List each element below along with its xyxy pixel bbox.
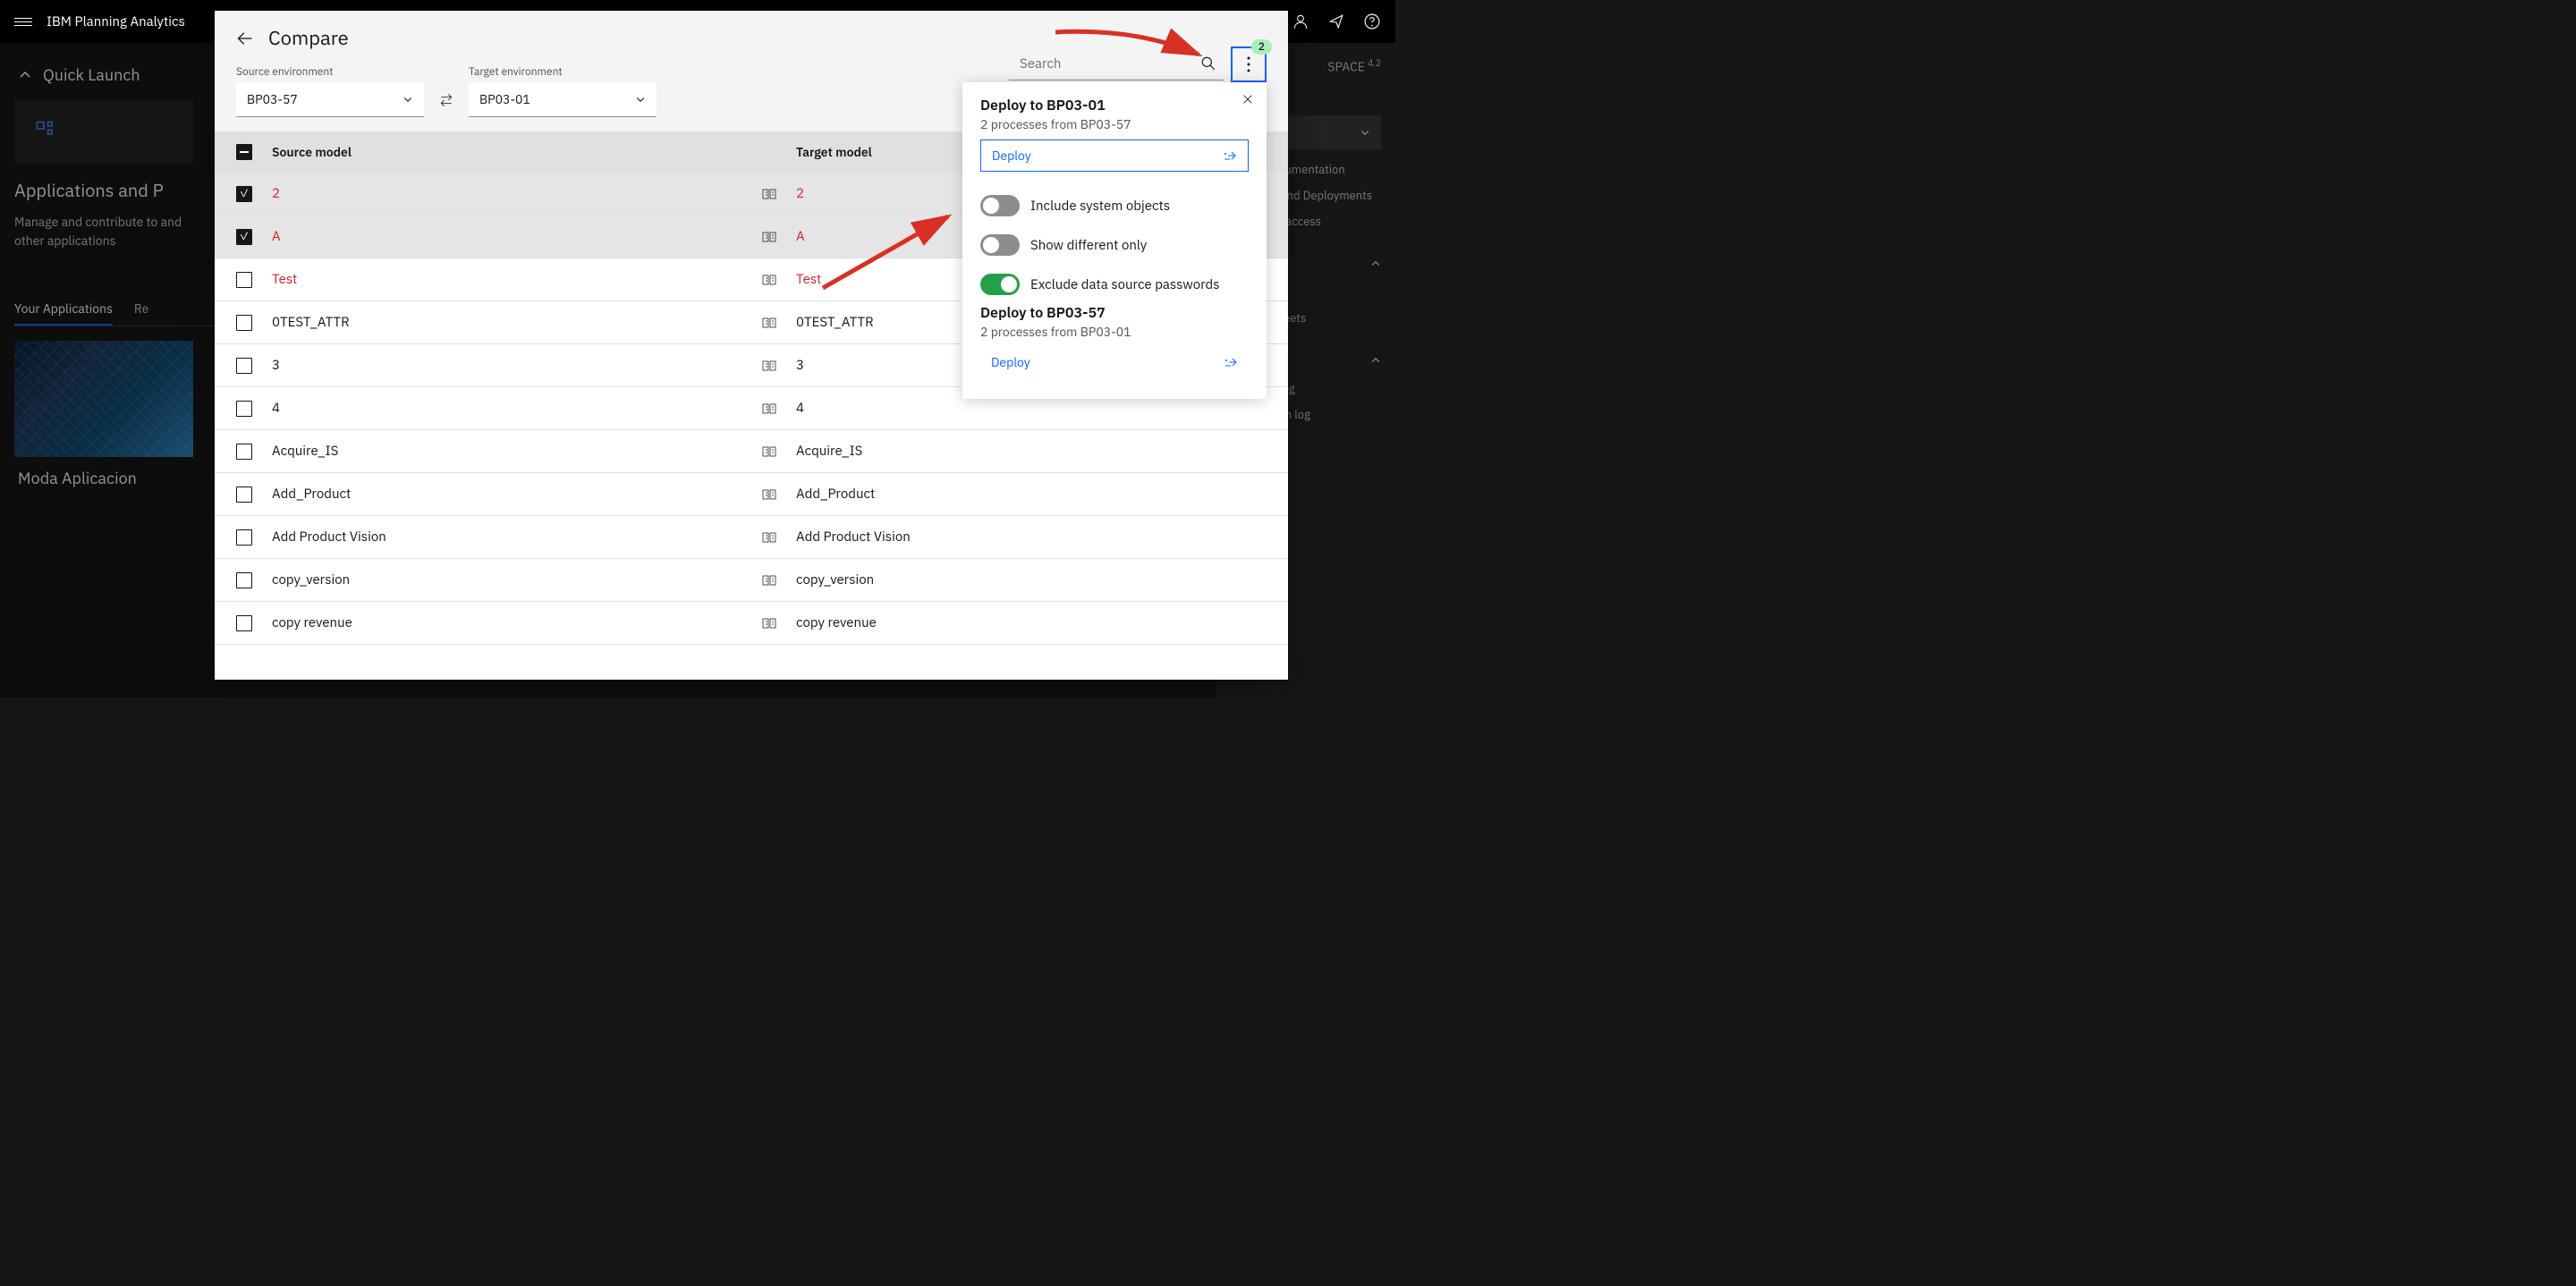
overflow-menu-button[interactable]: 2 <box>1231 47 1267 82</box>
row-checkbox[interactable] <box>236 401 252 417</box>
th-source-model: Source model <box>272 144 742 160</box>
row-checkbox[interactable] <box>236 615 252 631</box>
target-model-cell: 4 <box>796 400 1267 417</box>
row-checkbox[interactable] <box>236 229 252 245</box>
row-checkbox[interactable] <box>236 186 252 202</box>
toggle-row: Exclude data source passwords <box>980 265 1249 304</box>
send-icon[interactable] <box>1327 13 1345 30</box>
target-env-label: Target environment <box>469 65 657 79</box>
compare-icon[interactable] <box>742 187 796 201</box>
row-checkbox[interactable] <box>236 272 252 288</box>
compare-icon[interactable] <box>742 230 796 244</box>
deploy-to-target-button[interactable]: Deploy <box>980 140 1249 172</box>
target-env-value: BP03-01 <box>479 91 530 107</box>
source-model-cell: A <box>272 228 742 245</box>
target-model-cell: copy revenue <box>796 614 1267 631</box>
compare-icon[interactable] <box>742 487 796 502</box>
target-model-cell: Add_Product <box>796 486 1267 503</box>
close-icon[interactable] <box>1241 93 1254 106</box>
deploy-popover: Deploy to BP03-01 2 processes from BP03-… <box>962 82 1267 399</box>
compare-icon[interactable] <box>742 273 796 287</box>
deploy-to-target-sub: 2 processes from BP03-57 <box>980 116 1249 132</box>
chevron-down-icon <box>635 94 646 105</box>
annotation-arrow <box>1046 23 1208 68</box>
compare-icon[interactable] <box>742 616 796 630</box>
compare-icon[interactable] <box>742 573 796 588</box>
help-icon[interactable] <box>1363 13 1381 30</box>
source-model-cell: 2 <box>272 185 742 202</box>
app-title: IBM Planning Analytics <box>47 13 185 30</box>
kebab-icon <box>1247 56 1250 72</box>
target-model-cell: Acquire_IS <box>796 443 1267 460</box>
target-env-dropdown[interactable]: BP03-01 <box>469 82 657 117</box>
compare-icon[interactable] <box>742 316 796 330</box>
table-row[interactable]: copy_version copy_version <box>215 559 1288 602</box>
row-checkbox[interactable] <box>236 315 252 331</box>
compare-modal: Compare 2 Source environment BP03-57 Tar… <box>215 11 1288 680</box>
selection-badge: 2 <box>1251 39 1272 55</box>
deploy-icon <box>1224 355 1238 369</box>
toggle-label: Show different only <box>1030 237 1147 254</box>
toggle-switch[interactable] <box>980 195 1020 216</box>
swap-icon[interactable] <box>438 92 454 117</box>
deploy-to-source-title: Deploy to BP03-57 <box>980 304 1249 322</box>
table-row[interactable]: Acquire_IS Acquire_IS <box>215 430 1288 473</box>
source-model-cell: Add_Product <box>272 486 742 503</box>
chevron-down-icon <box>402 94 413 105</box>
user-icon[interactable] <box>1292 13 1309 30</box>
source-model-cell: Acquire_IS <box>272 443 742 460</box>
compare-icon[interactable] <box>742 444 796 459</box>
toggle-row: Include system objects <box>980 186 1249 225</box>
deploy-to-source-button[interactable]: Deploy <box>980 347 1249 377</box>
deploy-to-target-title: Deploy to BP03-01 <box>980 97 1249 114</box>
source-model-cell: 3 <box>272 357 742 374</box>
deploy-to-source-sub: 2 processes from BP03-01 <box>980 324 1249 340</box>
table-row[interactable]: Add Product Vision Add Product Vision <box>215 516 1288 559</box>
table-row[interactable]: Add_Product Add_Product <box>215 473 1288 516</box>
annotation-arrow <box>814 207 957 297</box>
row-checkbox[interactable] <box>236 358 252 374</box>
source-env-label: Source environment <box>236 65 424 79</box>
toggle-label: Include system objects <box>1030 198 1170 215</box>
modal-title: Compare <box>268 25 349 51</box>
compare-icon[interactable] <box>742 359 796 373</box>
compare-icon[interactable] <box>742 530 796 545</box>
table-row[interactable]: copy revenue copy revenue <box>215 602 1288 645</box>
deploy-icon <box>1223 148 1237 163</box>
back-arrow-icon[interactable] <box>236 30 254 47</box>
compare-icon[interactable] <box>742 402 796 416</box>
source-model-cell: copy revenue <box>272 614 742 631</box>
source-model-cell: copy_version <box>272 571 742 588</box>
row-checkbox[interactable] <box>236 486 252 503</box>
toggle-switch[interactable] <box>980 234 1020 256</box>
deploy-btn-label: Deploy <box>991 354 1030 370</box>
toggle-switch[interactable] <box>980 274 1020 295</box>
source-model-cell: 0TEST_ATTR <box>272 314 742 331</box>
source-model-cell: Test <box>272 271 742 288</box>
source-model-cell: 4 <box>272 400 742 417</box>
target-model-cell: Add Product Vision <box>796 529 1267 546</box>
row-checkbox[interactable] <box>236 529 252 546</box>
deploy-btn-label: Deploy <box>992 148 1031 164</box>
toggle-row: Show different only <box>980 225 1249 265</box>
source-env-value: BP03-57 <box>247 91 298 107</box>
hamburger-menu-icon[interactable] <box>14 13 32 30</box>
source-env-dropdown[interactable]: BP03-57 <box>236 82 424 117</box>
row-checkbox[interactable] <box>236 444 252 460</box>
source-model-cell: Add Product Vision <box>272 529 742 546</box>
toggle-label: Exclude data source passwords <box>1030 276 1220 293</box>
select-all-checkbox[interactable] <box>236 144 252 160</box>
target-model-cell: copy_version <box>796 571 1267 588</box>
row-checkbox[interactable] <box>236 572 252 588</box>
